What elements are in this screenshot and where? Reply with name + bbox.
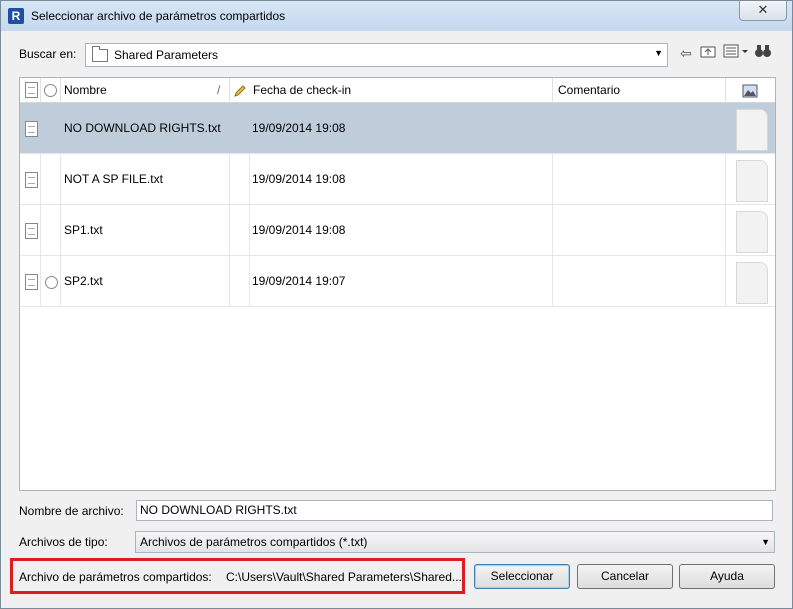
view-menu-icon[interactable] — [722, 44, 750, 62]
filetype-label: Archivos de tipo: — [19, 535, 108, 549]
file-checkin-date: 19/09/2014 19:08 — [252, 121, 346, 135]
file-row-sp1[interactable]: SP1.txt 19/09/2014 19:08 — [20, 205, 775, 256]
file-checkin-date: 19/09/2014 19:07 — [252, 274, 346, 288]
binoculars-icon[interactable] — [753, 44, 773, 62]
help-button[interactable]: Ayuda — [679, 564, 775, 589]
title-bar[interactable]: R Seleccionar archivo de parámetros comp… — [1, 1, 792, 31]
close-button[interactable]: ✕ — [739, 1, 787, 21]
file-dialog-window: R Seleccionar archivo de parámetros comp… — [0, 0, 793, 609]
file-row-no-download-rights[interactable]: NO DOWNLOAD RIGHTS.txt 19/09/2014 19:08 — [20, 103, 775, 154]
file-name: NO DOWNLOAD RIGHTS.txt — [64, 121, 221, 135]
back-arrow-icon[interactable]: ⇦ — [677, 44, 695, 62]
text-file-icon — [25, 121, 38, 137]
filetype-dropdown[interactable]: Archivos de parámetros compartidos (*.tx… — [135, 531, 775, 553]
filetype-value: Archivos de parámetros compartidos (*.tx… — [140, 535, 368, 549]
window-title: Seleccionar archivo de parámetros compar… — [31, 9, 286, 23]
file-row-not-a-sp-file[interactable]: NOT A SP FILE.txt 19/09/2014 19:08 — [20, 154, 775, 205]
revit-app-icon: R — [8, 8, 24, 24]
text-file-icon — [25, 172, 38, 188]
status-column-icon[interactable] — [44, 84, 57, 97]
file-checkin-date: 19/09/2014 19:08 — [252, 223, 346, 237]
text-file-icon — [25, 223, 38, 239]
file-type-column-icon[interactable] — [25, 82, 38, 98]
highlight-box — [10, 558, 465, 594]
file-name: SP1.txt — [64, 223, 103, 237]
file-preview-thumbnail — [736, 160, 768, 202]
column-header-comment[interactable]: Comentario — [558, 78, 620, 102]
lookin-label: Buscar en: — [19, 47, 77, 61]
file-preview-thumbnail — [736, 262, 768, 304]
lookin-value: Shared Parameters — [114, 48, 219, 62]
up-folder-icon[interactable] — [699, 44, 717, 62]
column-header-checkin[interactable]: Fecha de check-in — [253, 78, 351, 102]
file-list[interactable]: Nombre / Fecha de check-in Comentario NO… — [19, 77, 776, 491]
pencil-icon — [233, 78, 247, 102]
file-preview-thumbnail — [736, 211, 768, 253]
file-preview-thumbnail — [736, 109, 768, 151]
text-file-icon — [25, 274, 38, 290]
folder-icon — [92, 46, 108, 62]
file-checkin-date: 19/09/2014 19:08 — [252, 172, 346, 186]
status-radio-icon — [45, 276, 58, 289]
column-header-name[interactable]: Nombre — [64, 78, 107, 102]
filename-label: Nombre de archivo: — [19, 504, 124, 518]
chevron-down-icon: ▼ — [654, 48, 663, 58]
cancel-button[interactable]: Cancelar — [577, 564, 673, 589]
filename-input[interactable]: NO DOWNLOAD RIGHTS.txt — [136, 500, 773, 521]
image-column-icon[interactable] — [742, 78, 758, 102]
lookin-dropdown[interactable]: Shared Parameters ▼ — [85, 43, 668, 67]
chevron-down-icon: ▼ — [761, 537, 770, 547]
sort-indicator-icon: / — [217, 83, 221, 97]
file-row-sp2[interactable]: SP2.txt 19/09/2014 19:07 — [20, 256, 775, 307]
file-name: SP2.txt — [64, 274, 103, 288]
file-name: NOT A SP FILE.txt — [64, 172, 163, 186]
list-header: Nombre / Fecha de check-in Comentario — [20, 78, 775, 103]
select-button[interactable]: Seleccionar — [474, 564, 570, 589]
